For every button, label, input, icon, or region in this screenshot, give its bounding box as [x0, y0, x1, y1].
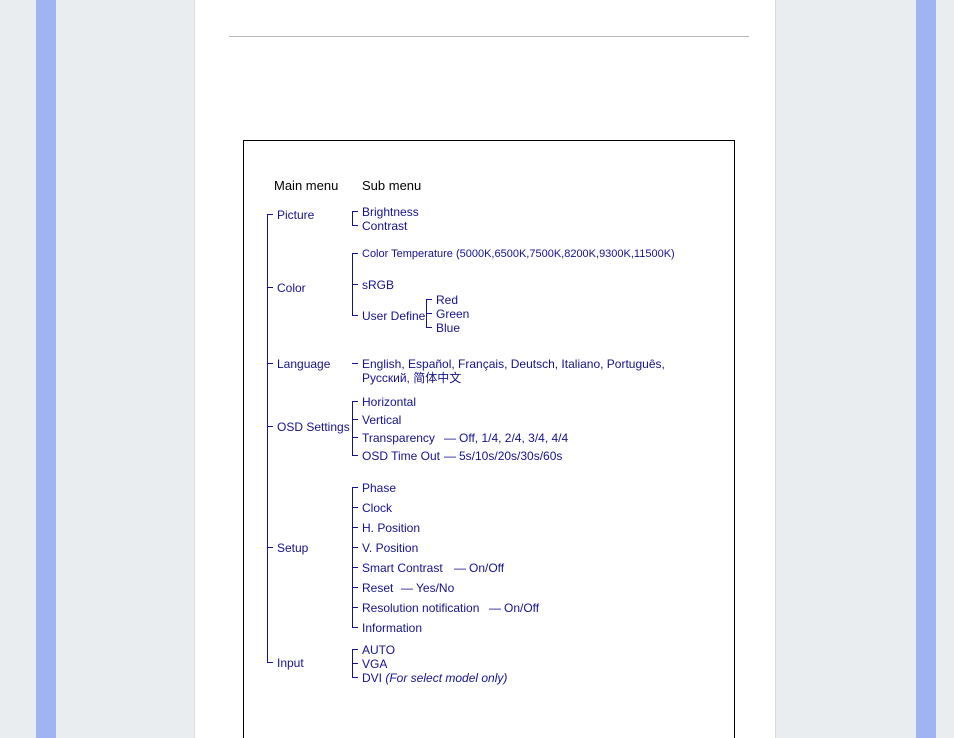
language-list-2: Русский, 简体中文 — [362, 371, 461, 385]
tick — [267, 662, 273, 663]
tree-spine — [267, 214, 268, 662]
document-page: Main menu Sub menu Picture Brightness Co… — [195, 0, 775, 738]
menu-picture: Picture — [277, 208, 314, 222]
sep: — — [454, 561, 466, 575]
picture-brightness: Brightness — [362, 205, 419, 219]
input-auto: AUTO — [362, 643, 395, 657]
picture-contrast: Contrast — [362, 219, 407, 233]
tick — [352, 401, 358, 402]
setup-subspine — [352, 487, 353, 627]
input-dvi-label: DVI — [362, 671, 385, 685]
menu-setup: Setup — [277, 541, 308, 555]
osd-timeout: OSD Time Out — [362, 449, 440, 463]
tick — [352, 363, 358, 364]
menu-input: Input — [277, 656, 304, 670]
tick — [352, 437, 358, 438]
tick — [352, 419, 358, 420]
left-gutter — [36, 0, 56, 738]
tick — [426, 313, 432, 314]
tick — [352, 253, 358, 254]
osd-transparency-values: Off, 1/4, 2/4, 3/4, 4/4 — [459, 431, 568, 445]
osd-subspine — [352, 401, 353, 455]
tick — [267, 214, 273, 215]
tick — [426, 327, 432, 328]
tick — [352, 225, 358, 226]
header-main-menu: Main menu — [274, 179, 338, 193]
viewport: Main menu Sub menu Picture Brightness Co… — [0, 0, 954, 738]
setup-vpos: V. Position — [362, 541, 418, 555]
tick — [352, 627, 358, 628]
setup-smartcontrast: Smart Contrast — [362, 561, 443, 575]
header-sub-menu: Sub menu — [362, 179, 421, 193]
menu-osd: OSD Settings — [277, 420, 350, 434]
language-list-1: English, Español, Français, Deutsch, Ita… — [362, 357, 682, 371]
sep: — — [401, 581, 413, 595]
tick — [352, 587, 358, 588]
tick — [267, 287, 273, 288]
tick — [352, 527, 358, 528]
ud-green: Green — [436, 307, 469, 321]
tick — [352, 211, 358, 212]
right-gutter — [916, 0, 936, 738]
picture-subspine — [352, 211, 353, 225]
setup-hpos: H. Position — [362, 521, 420, 535]
tick — [352, 487, 358, 488]
tick — [352, 284, 358, 285]
ud-red: Red — [436, 293, 458, 307]
tick — [267, 363, 273, 364]
sep: — — [444, 431, 456, 445]
color-srgb: sRGB — [362, 278, 394, 292]
setup-smartcontrast-values: On/Off — [469, 561, 504, 575]
menu-language: Language — [277, 357, 330, 371]
tick — [352, 455, 358, 456]
header-rule — [229, 36, 749, 37]
color-temperature: Color Temperature (5000K,6500K,7500K,820… — [362, 247, 675, 261]
osd-menu-diagram: Main menu Sub menu Picture Brightness Co… — [243, 140, 735, 738]
menu-color: Color — [277, 281, 306, 295]
setup-phase: Phase — [362, 481, 396, 495]
setup-clock: Clock — [362, 501, 392, 515]
sep: — — [489, 601, 501, 615]
osd-horizontal: Horizontal — [362, 395, 416, 409]
setup-reset-values: Yes/No — [416, 581, 454, 595]
input-vga: VGA — [362, 657, 387, 671]
osd-timeout-values: 5s/10s/20s/30s/60s — [459, 449, 562, 463]
tick — [352, 547, 358, 548]
osd-vertical: Vertical — [362, 413, 401, 427]
tick — [267, 426, 273, 427]
tick — [352, 677, 358, 678]
osd-transparency: Transparency — [362, 431, 435, 445]
ud-blue: Blue — [436, 321, 460, 335]
setup-info: Information — [362, 621, 422, 635]
tick — [352, 649, 358, 650]
tick — [352, 607, 358, 608]
tick — [426, 299, 432, 300]
tick — [267, 547, 273, 548]
setup-reset: Reset — [362, 581, 393, 595]
tick — [352, 663, 358, 664]
setup-resnotif: Resolution notification — [362, 601, 479, 615]
sep: — — [444, 449, 456, 463]
setup-resnotif-values: On/Off — [504, 601, 539, 615]
input-dvi: DVI (For select model only) — [362, 671, 507, 685]
color-userdefine: User Define — [362, 309, 425, 323]
input-dvi-note: (For select model only) — [385, 671, 507, 685]
tick — [352, 315, 358, 316]
tick — [352, 507, 358, 508]
tick — [352, 567, 358, 568]
